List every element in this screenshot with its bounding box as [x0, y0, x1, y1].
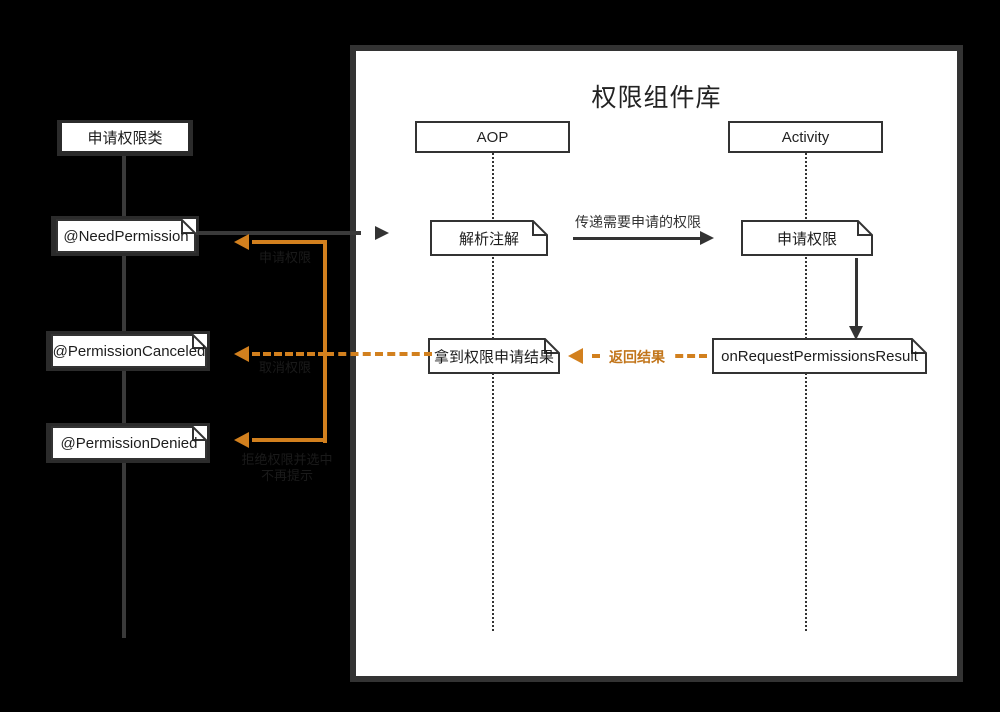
note-parse-annotation-label: 解析注解 [458, 230, 519, 248]
note-on-request-permissions-result-label: onRequestPermissionsResult [721, 347, 918, 365]
callback-label-denied: 拒绝权限并选中 [241, 452, 333, 467]
callback-branch-denied-arrow [234, 432, 249, 448]
activity-to-callback-arrow [849, 326, 863, 340]
callback-label-granted: 申请权限 [258, 250, 311, 265]
edge-pass-permissions-label: 传递需要申请的权限 [575, 214, 701, 230]
callback-label-canceled: 取消权限 [258, 360, 311, 375]
edge-pass-permissions-arrow [700, 231, 714, 245]
note-get-result-label: 拿到权限申请结果 [434, 348, 555, 366]
edge-return-result-label: 返回结果 [602, 347, 672, 367]
callback-trunk [323, 240, 327, 443]
diagram-canvas: 权限组件库 AOP Activity 解析注解 申请权限 拿到权限申请结果 on… [0, 0, 1000, 712]
actor-activity: Activity [728, 121, 883, 153]
annotation-permissiondenied-label: @PermissionDenied [60, 434, 198, 452]
actor-activity-label: Activity [781, 128, 830, 146]
note-parse-annotation: 解析注解 [430, 220, 548, 256]
note-request-permission: 申请权限 [741, 220, 873, 256]
note-on-request-permissions-result: onRequestPermissionsResult [712, 338, 927, 374]
edge-annotation-to-aop-arrow [375, 226, 389, 240]
actor-aop: AOP [415, 121, 570, 153]
activity-to-callback-line [855, 258, 858, 328]
callback-label-denied-line2: 不再提示 [260, 468, 313, 483]
annotation-permissioncanceled-label: @PermissionCanceled [52, 342, 206, 360]
root-box: 申请权限类 [62, 123, 188, 151]
callback-branch-denied-label: 拒绝权限并选中 不再提示 [232, 452, 342, 484]
edge-annotation-to-aop-line [196, 231, 361, 235]
note-get-result: 拿到权限申请结果 [428, 338, 560, 374]
annotation-permissiondenied: @PermissionDenied [51, 426, 207, 460]
note-request-permission-label: 申请权限 [776, 230, 837, 248]
callback-branch-granted [252, 240, 325, 244]
callback-branch-granted-arrow [234, 234, 249, 250]
callback-branch-canceled-label: 取消权限 [240, 360, 330, 376]
edge-pass-permissions-line [573, 237, 701, 240]
callback-branch-canceled [252, 352, 326, 356]
callback-branch-denied [252, 438, 325, 442]
callback-branch-granted-label: 申请权限 [240, 250, 330, 266]
callback-entry-dash [326, 352, 432, 356]
annotation-needpermission: @NeedPermission [56, 219, 196, 253]
panel-title: 权限组件库 [591, 84, 722, 112]
annotation-permissioncanceled: @PermissionCanceled [51, 334, 207, 368]
root-box-label: 申请权限类 [87, 129, 163, 147]
annotation-needpermission-label: @NeedPermission [63, 227, 189, 245]
actor-aop-label: AOP [476, 128, 509, 146]
edge-return-result-arrow [568, 348, 583, 364]
